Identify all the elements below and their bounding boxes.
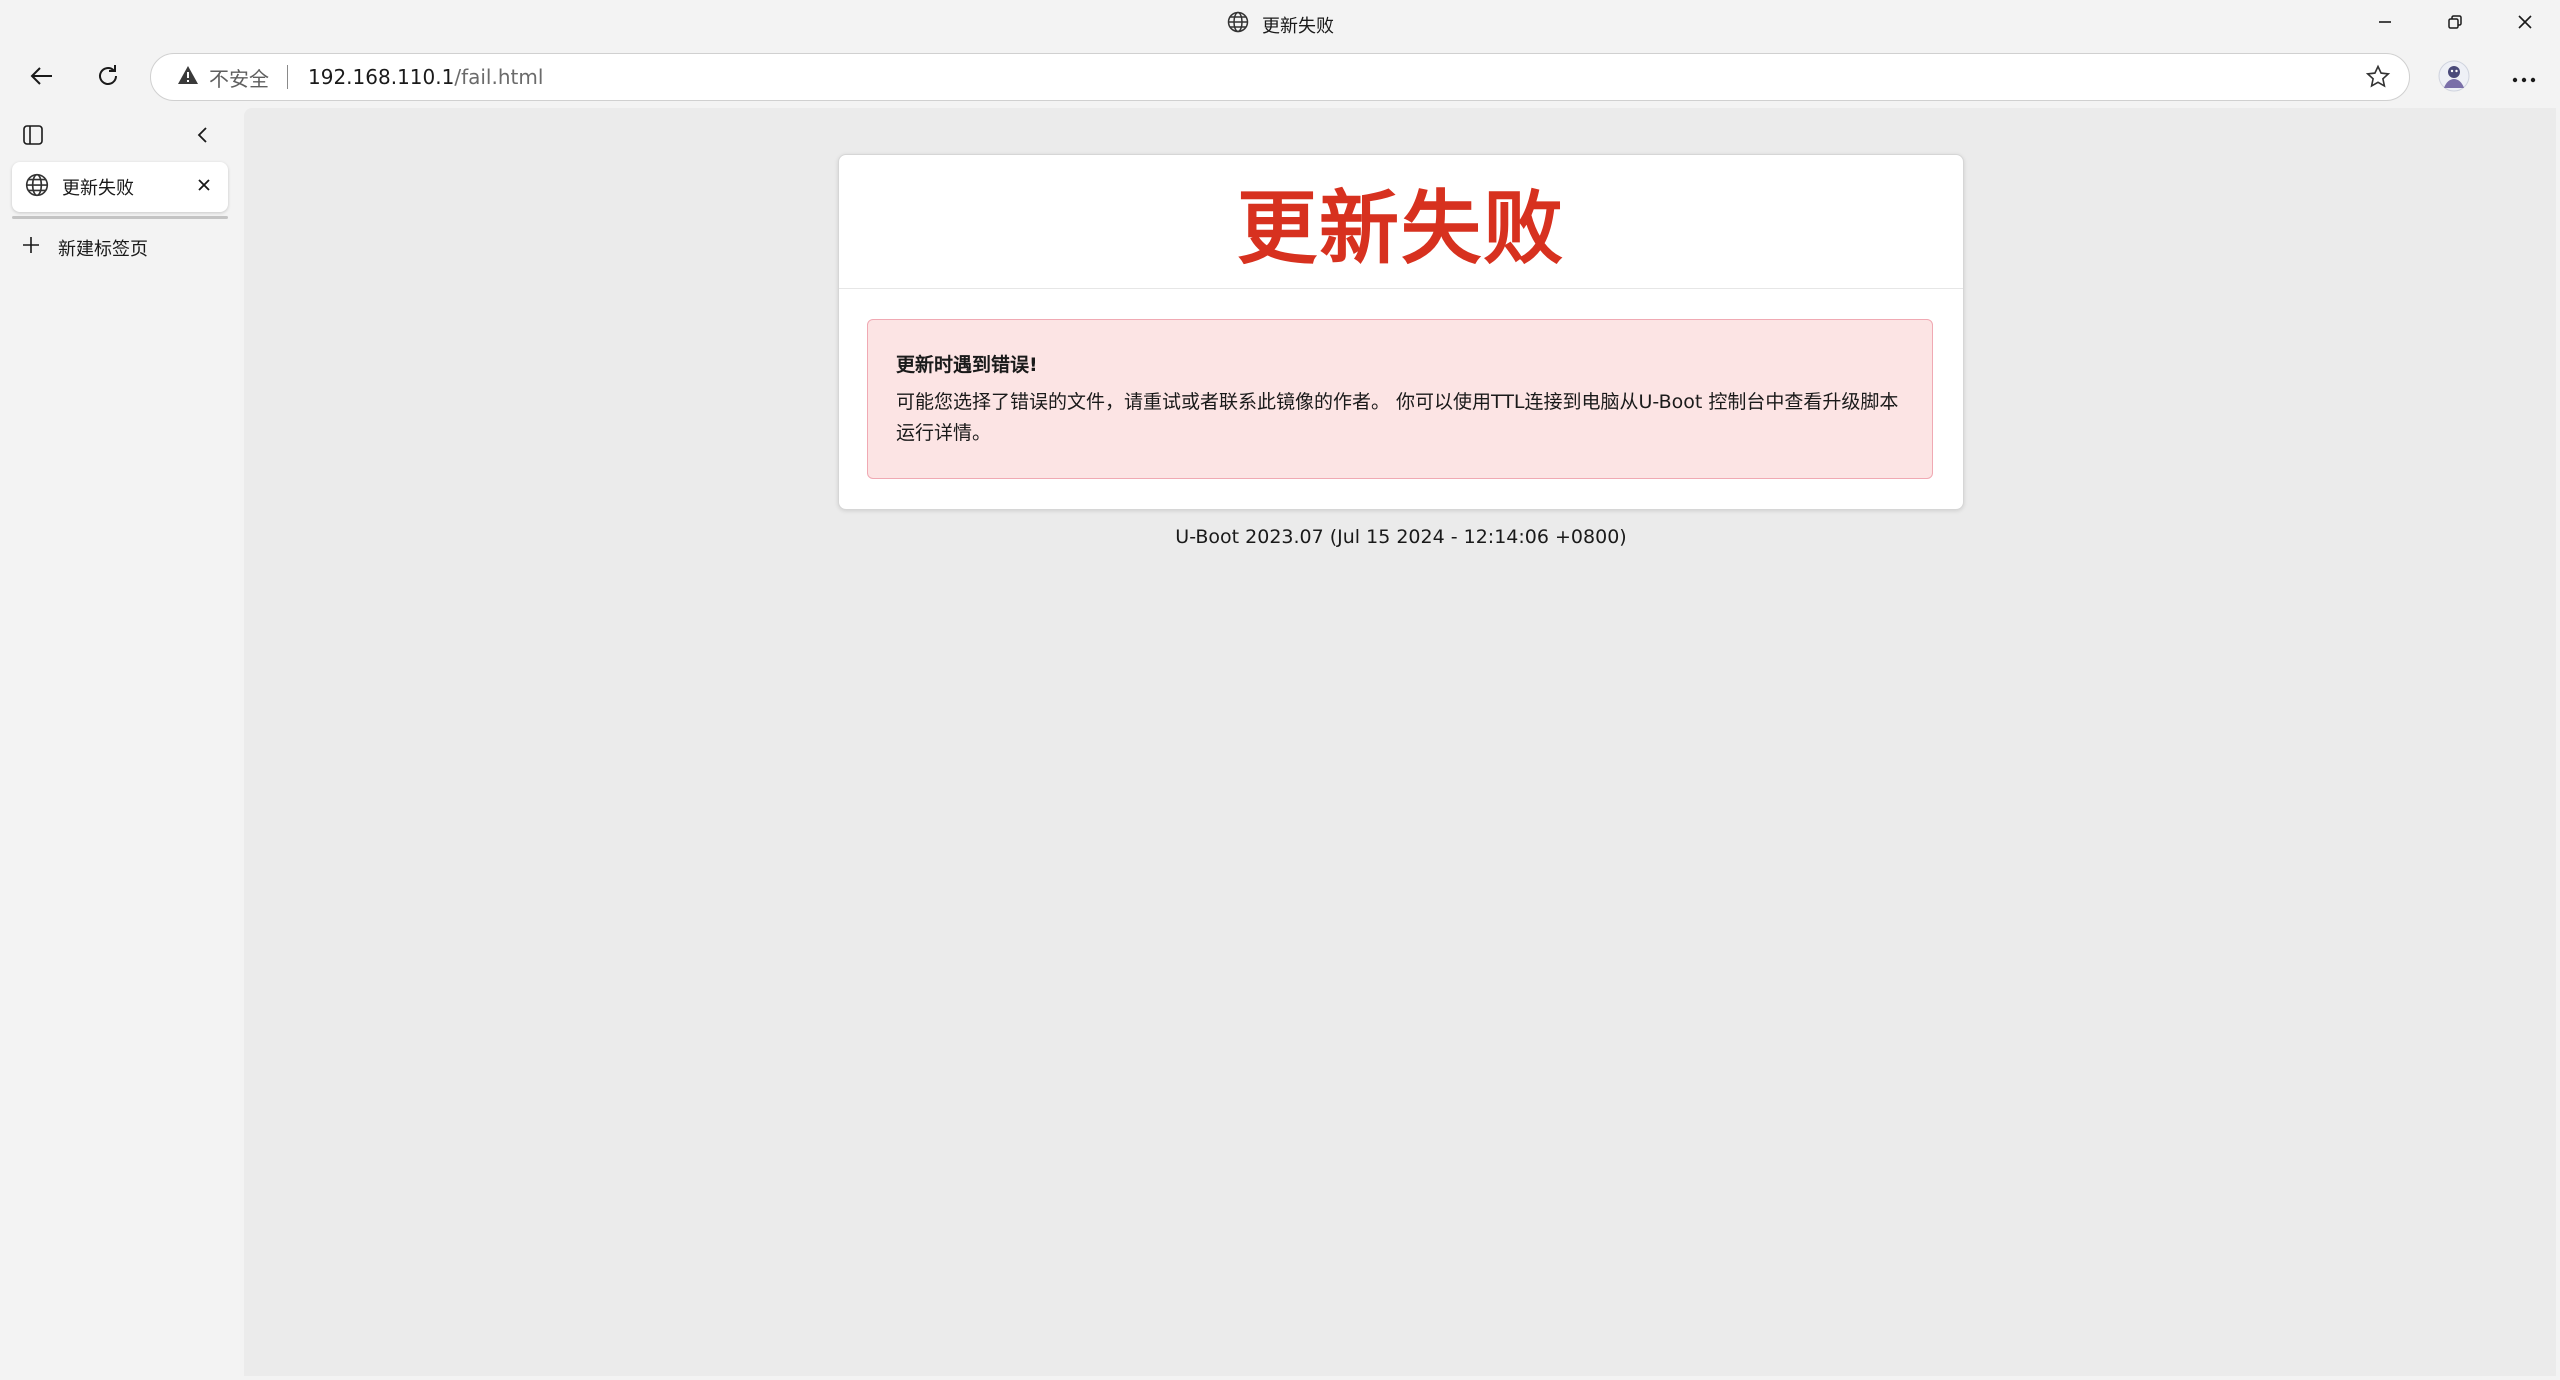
window-title: 更新失败 [1262,15,1334,37]
globe-icon [1226,10,1250,39]
tab-label: 更新失败 [62,178,134,199]
restore-icon [2446,13,2464,35]
plus-icon [20,234,42,261]
refresh-icon [94,62,122,94]
window-controls [2350,0,2560,48]
card-header: 更新失败 [839,155,1963,289]
browser-toolbar: 不安全 192.168.110.1/fail.html [0,52,2560,102]
close-icon [2516,13,2534,35]
star-icon [2365,64,2391,95]
back-button[interactable] [20,56,64,100]
security-label: 不安全 [209,66,269,91]
address-bar[interactable]: 不安全 192.168.110.1/fail.html [150,53,2410,101]
favorite-button[interactable] [2365,64,2391,95]
error-card: 更新失败 更新时遇到错误! 可能您选择了错误的文件，请重试或者联系此镜像的作者。… [838,154,1964,510]
restore-button[interactable] [2420,0,2490,48]
page-title: 更新失败 [1237,181,1565,275]
uboot-version-footer: U-Boot 2023.07 (Jul 15 2024 - 12:14:06 +… [1175,526,1627,548]
ellipsis-icon [2511,69,2537,88]
new-tab-button[interactable]: 新建标签页 [20,234,148,261]
browser-window: 更新失败 不安全 192.168.110.1 /fail.html 更新失败 新… [0,0,2560,1380]
url-host: 192.168.110.1 [308,65,455,89]
more-menu-button[interactable] [2502,56,2546,100]
alert-heading: 更新时遇到错误! [896,354,1038,376]
security-indicator[interactable]: 不安全 [177,63,269,92]
address-separator [287,65,288,89]
arrow-left-icon [28,62,56,94]
title-bar: 更新失败 [0,0,2560,48]
tab-actions-icon[interactable] [22,124,44,150]
profile-button[interactable] [2432,56,2476,100]
tab-update-failed[interactable]: 更新失败 [12,162,228,212]
minimize-button[interactable] [2350,0,2420,48]
vertical-tabs-sidebar: 更新失败 新建标签页 [0,108,244,1380]
close-icon [196,177,212,198]
minimize-icon [2376,13,2394,35]
collapse-sidebar-icon[interactable] [192,124,214,150]
page-content: 更新失败 更新时遇到错误! 可能您选择了错误的文件，请重试或者联系此镜像的作者。… [244,108,2556,1376]
globe-icon [24,172,50,203]
alert-body: 可能您选择了错误的文件，请重试或者联系此镜像的作者。 你可以使用TTL连接到电脑… [896,391,1899,444]
avatar [2438,60,2470,96]
url-path: /fail.html [454,65,544,89]
tab-divider [12,216,228,219]
window-title-group: 更新失败 [0,10,2560,39]
error-alert: 更新时遇到错误! 可能您选择了错误的文件，请重试或者联系此镜像的作者。 你可以使… [867,319,1933,479]
new-tab-label: 新建标签页 [58,238,148,260]
refresh-button[interactable] [86,56,130,100]
warning-icon [177,65,199,90]
close-window-button[interactable] [2490,0,2560,48]
sidebar-header [16,118,226,152]
close-tab-button[interactable] [192,175,216,199]
